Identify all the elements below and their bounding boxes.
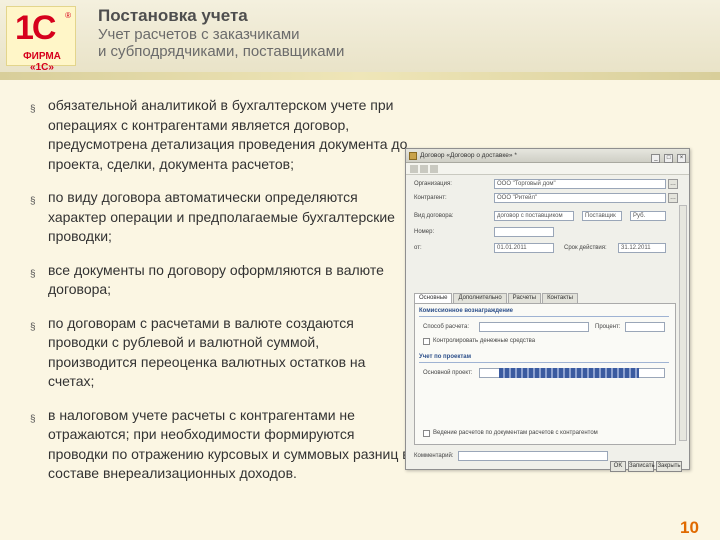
window-title-bar: Договор «Договор о доставке» * _ □ × — [406, 149, 689, 163]
tab-contacts[interactable]: Контакты — [542, 293, 578, 303]
percent-label: Процент: — [595, 324, 621, 330]
tab-panel: Комиссионное вознаграждение Способ расче… — [414, 303, 676, 445]
subtitle-line-2: и субподрядчиками, поставщиками — [98, 43, 345, 60]
bullet-marker: § — [30, 321, 36, 333]
logo-registered-mark: ® — [65, 11, 71, 20]
contract-kind-field[interactable]: Поставщик — [582, 211, 622, 221]
selected-project-highlight — [499, 368, 639, 378]
form-toolbar — [406, 163, 689, 175]
logo-mark: 1С — [15, 9, 56, 47]
validity-field[interactable]: 31.12.2011 — [618, 243, 666, 253]
date-label: от: — [414, 245, 422, 251]
bullet-marker: § — [30, 268, 36, 280]
tab-settlements[interactable]: Расчеты — [507, 293, 542, 303]
bullet-marker: § — [30, 196, 36, 207]
bullet-text: обязательной аналитикой в бухгалтерском … — [48, 97, 408, 172]
group-divider — [419, 362, 669, 363]
bullet-list: § обязательной аналитикой в бухгалтерско… — [30, 96, 410, 498]
subtitle-line-1: Учет расчетов с заказчиками — [98, 26, 300, 43]
calc-method-field[interactable] — [479, 322, 589, 332]
bullet-text: в налоговом учете расчеты с контрагентам… — [48, 406, 410, 482]
settlement-docs-label: Ведение расчетов по документам расчетов … — [433, 430, 598, 436]
bullet-text: все документы по договору оформляются в … — [48, 261, 384, 298]
bullet-text: по виду договора автоматически определяю… — [48, 189, 395, 244]
validity-label: Срок действия: — [564, 245, 607, 251]
projects-group-title: Учет по проектам — [419, 354, 472, 360]
number-field[interactable] — [494, 227, 554, 237]
bullet-marker: § — [30, 413, 36, 425]
bullet-item: § обязательной аналитикой в бухгалтерско… — [30, 96, 410, 174]
organization-label: Организация: — [414, 181, 452, 187]
group-divider — [419, 316, 669, 317]
slide-header: 1С ® ФИРМА «1С» Постановка учета Учет ра… — [0, 0, 720, 73]
toolbar-action-icon[interactable] — [430, 165, 438, 173]
counterparty-select-button[interactable]: … — [668, 193, 678, 203]
toolbar-action-icon[interactable] — [420, 165, 428, 173]
organization-field[interactable]: ООО "Торговый дом" — [494, 179, 666, 189]
bullet-item: § в налоговом учете расчеты с контрагент… — [30, 406, 410, 484]
counterparty-field[interactable]: ООО "Ритейл" — [494, 193, 666, 203]
bullet-item: § по виду договора автоматически определ… — [30, 188, 410, 247]
toolbar-action-icon[interactable] — [410, 165, 418, 173]
logo-firm-name: ФИРМА «1С» — [23, 51, 61, 73]
ok-button[interactable]: OK — [610, 461, 626, 472]
counterparty-label: Контрагент: — [414, 195, 447, 201]
number-label: Номер: — [414, 229, 435, 235]
commission-group-title: Комиссионное вознаграждение — [419, 308, 514, 314]
main-project-label: Основной проект: — [423, 370, 473, 376]
form-scrollbar[interactable] — [679, 205, 687, 441]
calc-method-label: Способ расчета: — [423, 324, 469, 330]
bullet-item: § по договорам с расчетами в валюте созд… — [30, 314, 410, 392]
bullet-item: § все документы по договору оформляются … — [30, 261, 410, 300]
form-tabs: Основные Дополнительно Расчеты Контакты — [414, 293, 684, 303]
minimize-icon[interactable]: _ — [651, 154, 661, 163]
settlement-docs-checkbox[interactable] — [423, 430, 430, 437]
organization-select-button[interactable]: … — [668, 179, 678, 189]
comment-field[interactable] — [458, 451, 608, 461]
comment-label: Комментарий: — [414, 453, 454, 459]
control-funds-label: Контролировать денежные средства — [433, 338, 536, 344]
header-divider — [0, 72, 720, 80]
page-number: 10 — [680, 518, 699, 537]
control-funds-checkbox[interactable] — [423, 338, 430, 345]
document-icon — [409, 152, 417, 160]
window-title: Договор «Договор о доставке» * — [420, 152, 517, 159]
contract-form-window: Договор «Договор о доставке» * _ □ × Орг… — [405, 148, 690, 472]
bullet-marker: § — [30, 104, 36, 115]
contract-type-label: Вид договора: — [414, 213, 454, 219]
currency-field[interactable]: Руб. — [630, 211, 666, 221]
tab-additional[interactable]: Дополнительно — [453, 293, 507, 303]
close-icon[interactable]: × — [677, 154, 686, 163]
form-body: Организация: ООО "Торговый дом" … Контра… — [406, 175, 689, 472]
maximize-icon[interactable]: □ — [664, 154, 674, 163]
percent-field[interactable] — [625, 322, 665, 332]
company-logo: 1С ® ФИРМА «1С» — [6, 6, 76, 73]
tab-main[interactable]: Основные — [414, 293, 453, 303]
slide-subtitle: Учет расчетов с заказчиками и субподрядч… — [98, 26, 418, 60]
contract-type-field[interactable]: договор с поставщиком — [494, 211, 574, 221]
slide-title: Постановка учета — [98, 6, 248, 25]
close-button[interactable]: Закрыть — [656, 461, 682, 472]
bullet-text: по договорам с расчетами в валюте создаю… — [48, 314, 366, 390]
date-field[interactable]: 01.01.2011 — [494, 243, 554, 253]
save-button[interactable]: Записать — [628, 461, 655, 472]
